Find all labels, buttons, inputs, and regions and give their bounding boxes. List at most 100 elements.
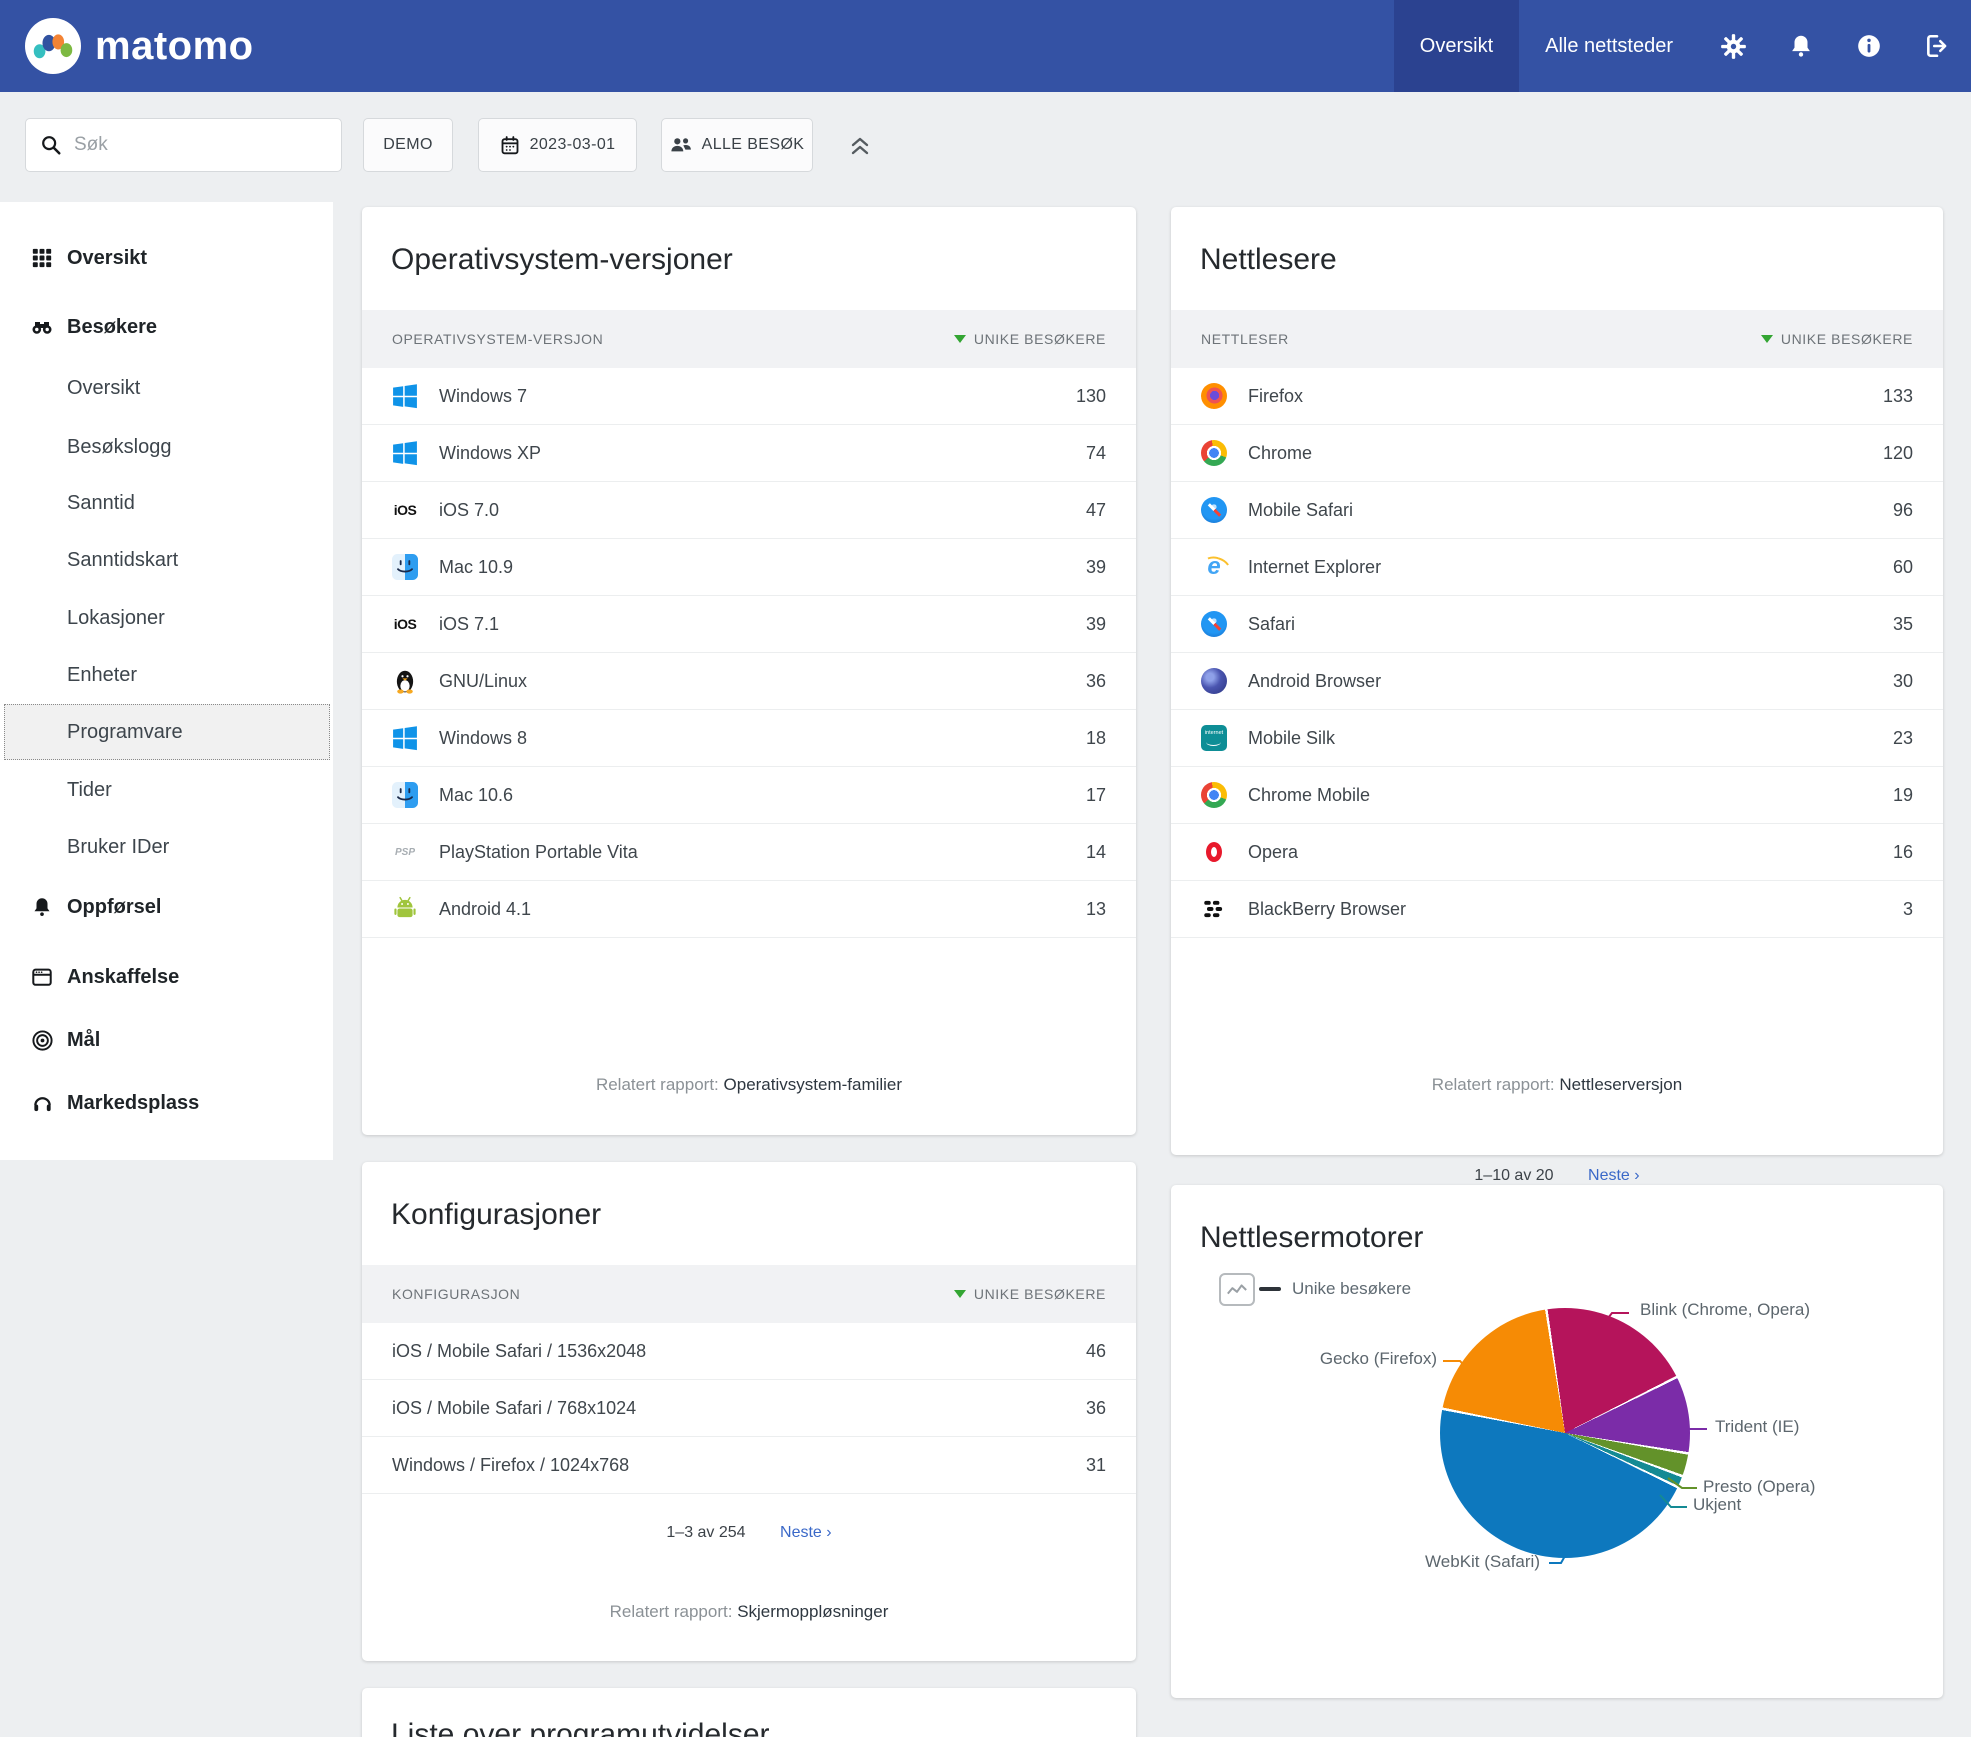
row-value: 120 (1882, 442, 1913, 463)
silk-icon (1201, 725, 1227, 751)
sidebar-item-m-l[interactable]: Mål (0, 1012, 333, 1068)
browser-sort-header[interactable]: UNIKE BESØKERE (1760, 331, 1913, 347)
chromemobile-icon (1201, 782, 1227, 808)
os-related-report: Relatert rapport: Operativsystem-familie… (362, 1075, 1136, 1095)
row-label: Windows 8 (439, 727, 528, 748)
sidebar-item-label: Besøkslogg (67, 435, 172, 458)
browser-engines-pie-chart[interactable] (1440, 1308, 1690, 1558)
related-link[interactable]: Operativsystem-familier (724, 1075, 903, 1094)
row-label: iOS 7.0 (439, 499, 500, 520)
row-label: Mac 10.9 (439, 556, 514, 577)
tab-alle-nettsteder[interactable]: Alle nettsteder (1519, 0, 1699, 92)
logout-button[interactable] (1903, 0, 1971, 92)
config-column-header[interactable]: KONFIGURASJON (392, 1286, 520, 1302)
row-value: 30 (1892, 670, 1913, 691)
sidebar-item-oversikt[interactable]: Oversikt (0, 360, 333, 416)
row-label: iOS / Mobile Safari / 768x1024 (392, 1397, 637, 1418)
sidebar-item-tider[interactable]: Tider (0, 762, 333, 818)
related-prefix: Relatert rapport: (595, 1075, 719, 1094)
config-value-header: UNIKE BESØKERE (973, 1286, 1106, 1302)
related-link[interactable]: Nettleserversjon (1559, 1075, 1682, 1094)
sidebar-item-sanntid[interactable]: Sanntid (0, 475, 333, 531)
bell-icon (30, 895, 54, 919)
sidebar-item-label: Oversikt (67, 376, 141, 399)
table-row[interactable]: Android 4.1 13 (362, 881, 1136, 938)
table-row[interactable]: Windows / Firefox / 1024x768 31 (362, 1437, 1136, 1494)
sidebar-item-programvare[interactable]: Programvare (4, 704, 330, 760)
table-row[interactable]: Safari 35 (1171, 596, 1943, 653)
mobilesafari-icon (1201, 497, 1227, 523)
row-label: Windows XP (439, 442, 542, 463)
table-row[interactable]: Chrome 120 (1171, 425, 1943, 482)
mac-icon (392, 782, 418, 808)
table-row[interactable]: Windows 8 18 (362, 710, 1136, 767)
browser-column-header[interactable]: NETTLESER (1201, 331, 1289, 347)
table-row[interactable]: Mac 10.6 17 (362, 767, 1136, 824)
search-input[interactable] (72, 133, 327, 157)
segment-selector-button[interactable]: ALLE BESØK (661, 118, 813, 172)
table-row[interactable]: iOS / Mobile Safari / 768x1024 36 (362, 1380, 1136, 1437)
ios-icon: iOS (393, 502, 417, 518)
table-row[interactable]: Chrome Mobile 19 (1171, 767, 1943, 824)
search-box[interactable] (25, 118, 342, 172)
sidebar-item-bes-kslogg[interactable]: Besøkslogg (0, 419, 333, 475)
table-row[interactable]: Mobile Silk 23 (1171, 710, 1943, 767)
table-row[interactable]: PSP PlayStation Portable Vita 14 (362, 824, 1136, 881)
collapse-filterbar-button[interactable] (845, 130, 875, 160)
sidebar-item-label: Bruker IDer (67, 835, 170, 858)
matomo-logo[interactable]: matomo (25, 18, 254, 74)
row-label: Mobile Safari (1248, 499, 1354, 520)
sidebar-item-bruker-ider[interactable]: Bruker IDer (0, 819, 333, 875)
visitors-icon (671, 138, 691, 152)
signout-icon (1927, 34, 1947, 58)
chart-type-button[interactable] (1219, 1273, 1255, 1306)
os-sort-header[interactable]: UNIKE BESØKERE (953, 331, 1106, 347)
table-row[interactable]: BlackBerry Browser 3 (1171, 881, 1943, 938)
row-value: 3 (1902, 898, 1913, 919)
table-row[interactable]: Windows XP 74 (362, 425, 1136, 482)
sidebar-item-anskaffelse[interactable]: Anskaffelse (0, 949, 333, 1005)
table-row[interactable]: iOS / Mobile Safari / 1536x2048 46 (362, 1323, 1136, 1380)
tab-oversikt[interactable]: Oversikt (1393, 0, 1520, 92)
sidebar-item-sanntidskart[interactable]: Sanntidskart (0, 532, 333, 588)
row-label: Opera (1248, 841, 1299, 862)
os-column-header[interactable]: OPERATIVSYSTEM-VERSJON (392, 331, 603, 347)
table-row[interactable]: iOS iOS 7.0 47 (362, 482, 1136, 539)
config-related-report: Relatert rapport: Skjermoppløsninger (362, 1602, 1136, 1622)
row-label: Mobile Silk (1248, 727, 1336, 748)
safari-icon (1201, 611, 1227, 637)
calendar-icon (501, 136, 518, 155)
table-row[interactable]: GNU/Linux 36 (362, 653, 1136, 710)
next-page-link[interactable]: Neste › (780, 1524, 832, 1541)
table-row[interactable]: Firefox 133 (1171, 368, 1943, 425)
next-page-link[interactable]: Neste › (1588, 1167, 1640, 1184)
row-value: 36 (1085, 670, 1106, 691)
notifications-button[interactable] (1767, 0, 1835, 92)
config-sort-header[interactable]: UNIKE BESØKERE (953, 1286, 1106, 1302)
row-value: 46 (1085, 1340, 1106, 1361)
row-label: GNU/Linux (439, 670, 528, 691)
table-row[interactable]: Android Browser 30 (1171, 653, 1943, 710)
pie-slice-label: Presto (Opera) (1703, 1477, 1816, 1496)
related-link[interactable]: Skjermoppløsninger (737, 1602, 888, 1621)
sidebar-item-markedsplass[interactable]: Markedsplass (0, 1075, 333, 1131)
table-row[interactable]: Mobile Safari 96 (1171, 482, 1943, 539)
site-selector-button[interactable]: DEMO (363, 118, 453, 172)
table-row[interactable]: e Internet Explorer 60 (1171, 539, 1943, 596)
sidebar-item-enheter[interactable]: Enheter (0, 647, 333, 703)
plugins-card-title: Liste over programutvidelser (391, 1718, 770, 1737)
sidebar-item-bes-kere[interactable]: Besøkere (0, 299, 333, 355)
table-row[interactable]: Windows 7 130 (362, 368, 1136, 425)
table-row[interactable]: Opera 16 (1171, 824, 1943, 881)
chart-legend: Unike besøkere (1259, 1279, 1411, 1299)
sidebar-item-lokasjoner[interactable]: Lokasjoner (0, 590, 333, 646)
help-button[interactable] (1835, 0, 1903, 92)
table-row[interactable]: Mac 10.9 39 (362, 539, 1136, 596)
sidebar-item-oppf-rsel[interactable]: Oppførsel (0, 879, 333, 935)
chrome-icon (1201, 440, 1227, 466)
date-range-button[interactable]: 2023-03-01 (478, 118, 637, 172)
table-row[interactable]: iOS iOS 7.1 39 (362, 596, 1136, 653)
settings-button[interactable] (1699, 0, 1767, 92)
row-label: iOS / Mobile Safari / 1536x2048 (392, 1340, 647, 1361)
sidebar-item-oversikt[interactable]: Oversikt (0, 230, 333, 286)
